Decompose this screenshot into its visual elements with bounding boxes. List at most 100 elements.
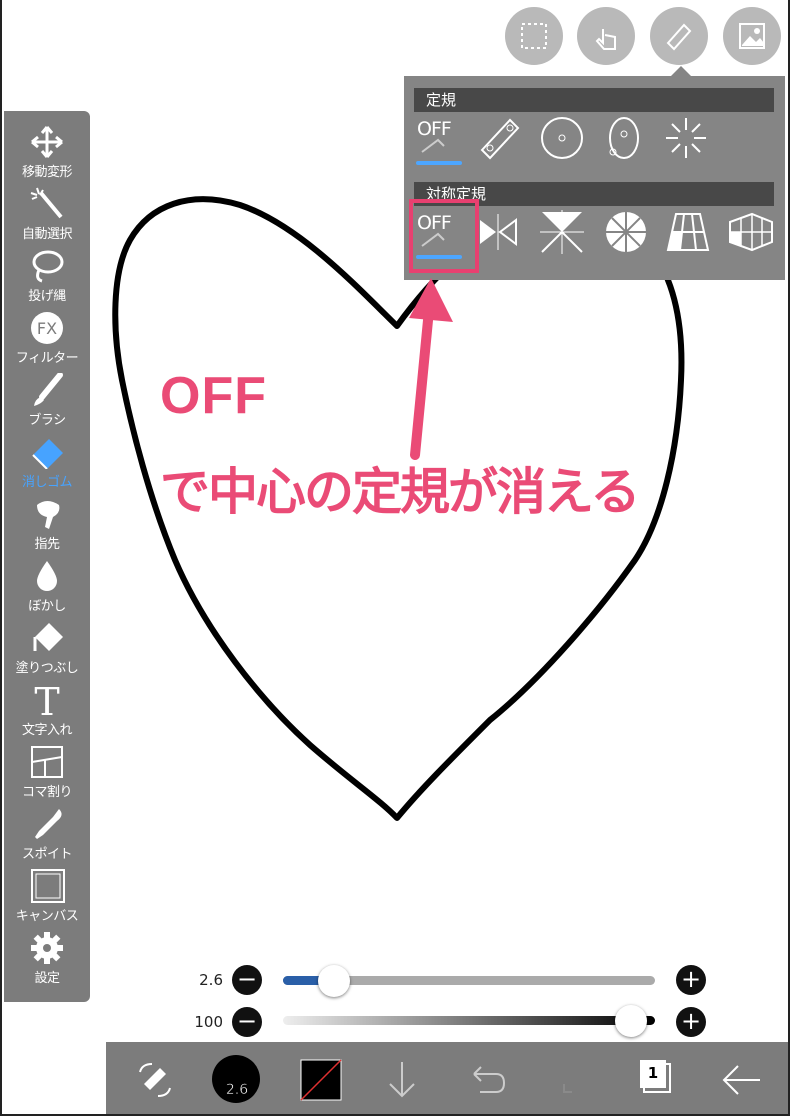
size-plus-button[interactable]: + bbox=[676, 965, 706, 995]
perspective-2pt-icon bbox=[729, 212, 773, 252]
opacity-plus-button[interactable]: + bbox=[676, 1007, 706, 1037]
tool-fill[interactable]: 塗りつぶし bbox=[4, 621, 90, 683]
radial-ruler-button[interactable] bbox=[661, 114, 715, 166]
drop-icon bbox=[37, 561, 57, 591]
lasso-icon bbox=[32, 250, 64, 283]
tool-move-transform[interactable]: 移動変形 bbox=[4, 125, 90, 187]
tool-label: 文字入れ bbox=[21, 723, 73, 738]
fx-icon: FX bbox=[31, 312, 63, 344]
tool-label: キャンバス bbox=[15, 909, 79, 924]
tool-label: ブラシ bbox=[28, 413, 66, 428]
tool-filter[interactable]: FX フィルター bbox=[4, 311, 90, 373]
tool-blur[interactable]: ぼかし bbox=[4, 559, 90, 621]
tool-label: ぼかし bbox=[28, 599, 66, 614]
ruler-off-button[interactable]: OFF bbox=[414, 114, 468, 166]
eraser-icon bbox=[32, 439, 63, 469]
circle-ruler-button[interactable] bbox=[537, 114, 591, 166]
tool-settings[interactable]: 設定 bbox=[4, 931, 90, 993]
kaleido-symmetry-button[interactable] bbox=[538, 208, 592, 260]
back-button[interactable] bbox=[710, 1042, 770, 1116]
minus-icon: − bbox=[236, 1007, 258, 1035]
mirror-symmetry-icon bbox=[480, 214, 517, 250]
bottom-toolbar: 2.6 1 bbox=[106, 1042, 790, 1116]
tool-sidebar: 移動変形 自動選択 投げ縄 FX フィルター ブラシ 消しゴム 指先 ぼかし 塗… bbox=[4, 111, 90, 1002]
kaleido-symmetry-icon bbox=[540, 210, 584, 254]
ruler-icon bbox=[666, 23, 692, 51]
svg-text:T: T bbox=[34, 683, 59, 717]
canvas-icon bbox=[31, 869, 65, 903]
brush-switch-icon bbox=[139, 1063, 171, 1097]
tool-lasso[interactable]: 投げ縄 bbox=[4, 249, 90, 311]
perspective-2pt-button[interactable] bbox=[726, 208, 780, 260]
brush-switch-button[interactable] bbox=[126, 1042, 186, 1116]
off-label: OFF bbox=[417, 118, 452, 140]
redo-button[interactable] bbox=[538, 1042, 598, 1116]
size-minus-button[interactable]: − bbox=[232, 965, 262, 995]
redo-icon bbox=[563, 1084, 572, 1093]
panel-caret bbox=[671, 66, 691, 76]
annotation-caption: で中心の定規が消える bbox=[159, 462, 642, 523]
brush-size-button[interactable]: 2.6 bbox=[206, 1042, 266, 1116]
layers-button[interactable]: 1 bbox=[624, 1042, 684, 1116]
ellipse-ruler-button[interactable] bbox=[599, 114, 653, 166]
hand-touch-icon bbox=[595, 29, 616, 50]
tool-label: 指先 bbox=[34, 537, 60, 552]
off-ruler-icon bbox=[421, 138, 445, 153]
image-icon bbox=[739, 23, 765, 49]
download-icon bbox=[389, 1062, 415, 1098]
eyedropper-icon bbox=[35, 809, 62, 839]
tool-canvas[interactable]: キャンバス bbox=[4, 869, 90, 931]
plus-icon: + bbox=[680, 965, 702, 993]
tool-label: 設定 bbox=[34, 971, 60, 986]
selection-icon bbox=[521, 23, 547, 49]
circle-ruler-icon bbox=[541, 117, 583, 159]
tool-label: コマ割り bbox=[21, 785, 73, 800]
brush-size-value: 2.6 bbox=[199, 971, 223, 989]
annotation-arrow bbox=[409, 278, 453, 460]
tool-brush[interactable]: ブラシ bbox=[4, 373, 90, 435]
ruler-button[interactable] bbox=[650, 7, 708, 65]
brush-icon bbox=[34, 373, 63, 406]
download-button[interactable] bbox=[372, 1042, 432, 1116]
back-arrow-icon bbox=[722, 1065, 760, 1095]
size-slider-knob[interactable] bbox=[317, 965, 350, 997]
highlight-box bbox=[409, 199, 479, 273]
rotation-symmetry-icon bbox=[606, 212, 646, 252]
brush-size-icon bbox=[212, 1055, 260, 1103]
tool-label: スポイト bbox=[21, 847, 73, 862]
ruler-section-title: 定規 bbox=[414, 88, 774, 112]
mirror-symmetry-button[interactable] bbox=[476, 208, 530, 260]
opacity-value: 100 bbox=[194, 1013, 223, 1031]
brush-size-label: 2.6 bbox=[225, 1082, 249, 1099]
undo-icon bbox=[473, 1066, 506, 1093]
perspective-1pt-button[interactable] bbox=[664, 208, 718, 260]
tool-finger[interactable]: 指先 bbox=[4, 497, 90, 559]
touch-button[interactable] bbox=[577, 7, 635, 65]
bucket-icon bbox=[33, 623, 63, 651]
line-ruler-button[interactable] bbox=[474, 114, 528, 166]
line-ruler-icon bbox=[480, 118, 520, 160]
color-button[interactable] bbox=[291, 1042, 351, 1116]
move-arrows-icon bbox=[31, 126, 63, 158]
plus-icon: + bbox=[680, 1007, 702, 1035]
tool-label: フィルター bbox=[15, 351, 79, 366]
tool-label: 投げ縄 bbox=[28, 289, 66, 304]
perspective-1pt-icon bbox=[666, 213, 710, 251]
tool-eyedropper[interactable]: スポイト bbox=[4, 807, 90, 869]
tool-text[interactable]: T 文字入れ bbox=[4, 683, 90, 745]
undo-button[interactable] bbox=[456, 1042, 516, 1116]
tool-label: 移動変形 bbox=[21, 165, 73, 180]
tool-auto-select[interactable]: 自動選択 bbox=[4, 187, 90, 249]
ellipse-ruler-icon bbox=[609, 117, 639, 159]
opacity-slider-knob[interactable] bbox=[615, 1005, 647, 1037]
magic-wand-icon bbox=[30, 187, 63, 219]
layer-count: 1 bbox=[647, 1064, 659, 1082]
rotation-symmetry-button[interactable] bbox=[602, 208, 656, 260]
opacity-minus-button[interactable]: − bbox=[232, 1007, 262, 1037]
tool-frame-divide[interactable]: コマ割り bbox=[4, 745, 90, 807]
selection-button[interactable] bbox=[505, 7, 563, 65]
minus-icon: − bbox=[236, 965, 258, 993]
opacity-slider-track[interactable] bbox=[283, 1016, 655, 1025]
image-button[interactable] bbox=[723, 7, 781, 65]
tool-eraser[interactable]: 消しゴム bbox=[4, 435, 90, 497]
